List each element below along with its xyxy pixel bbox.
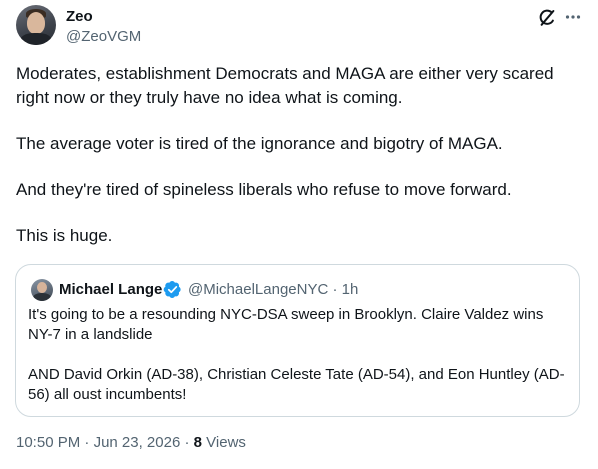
tweet-paragraph: Moderates, establishment Democrats and M…: [16, 64, 554, 107]
quoted-timestamp[interactable]: 1h: [342, 281, 359, 298]
more-icon[interactable]: [564, 8, 582, 26]
quoted-tweet[interactable]: Michael Lange @MichaelLangeNYC · 1h It's…: [15, 264, 580, 417]
author-handle[interactable]: @ZeoVGM: [66, 28, 141, 46]
separator-dot: ·: [184, 434, 190, 451]
verified-badge-icon: [163, 281, 181, 298]
tweet-time[interactable]: 10:50 PM: [16, 434, 80, 451]
separator-dot: ·: [84, 434, 90, 451]
quoted-author-avatar[interactable]: [31, 279, 53, 301]
quoted-paragraph: It's going to be a resounding NYC-DSA sw…: [28, 306, 544, 343]
tweet-paragraph: This is huge.: [16, 226, 113, 245]
tweet-paragraph: And they're tired of spineless liberals …: [16, 180, 512, 199]
author-avatar[interactable]: [16, 5, 56, 45]
grok-icon[interactable]: [537, 8, 557, 28]
views-count: 8: [193, 434, 202, 451]
quoted-paragraph: AND David Orkin (AD-38), Christian Celes…: [28, 366, 565, 403]
separator-dot: ·: [332, 281, 338, 298]
quoted-tweet-text: It's going to be a resounding NYC-DSA sw…: [28, 305, 568, 405]
tweet-paragraph: The average voter is tired of the ignora…: [16, 134, 503, 153]
quoted-author-name[interactable]: Michael Lange: [59, 281, 162, 299]
quoted-author-handle[interactable]: @MichaelLangeNYC: [188, 281, 328, 298]
author-name[interactable]: Zeo: [66, 8, 93, 26]
tweet-text: Moderates, establishment Democrats and M…: [16, 62, 582, 248]
tweet-meta: 10:50 PM · Jun 23, 2026 · 8 Views: [16, 434, 246, 452]
quoted-author-meta: @MichaelLangeNYC · 1h: [188, 281, 358, 299]
tweet-date[interactable]: Jun 23, 2026: [94, 434, 181, 451]
views-label: Views: [206, 434, 246, 451]
